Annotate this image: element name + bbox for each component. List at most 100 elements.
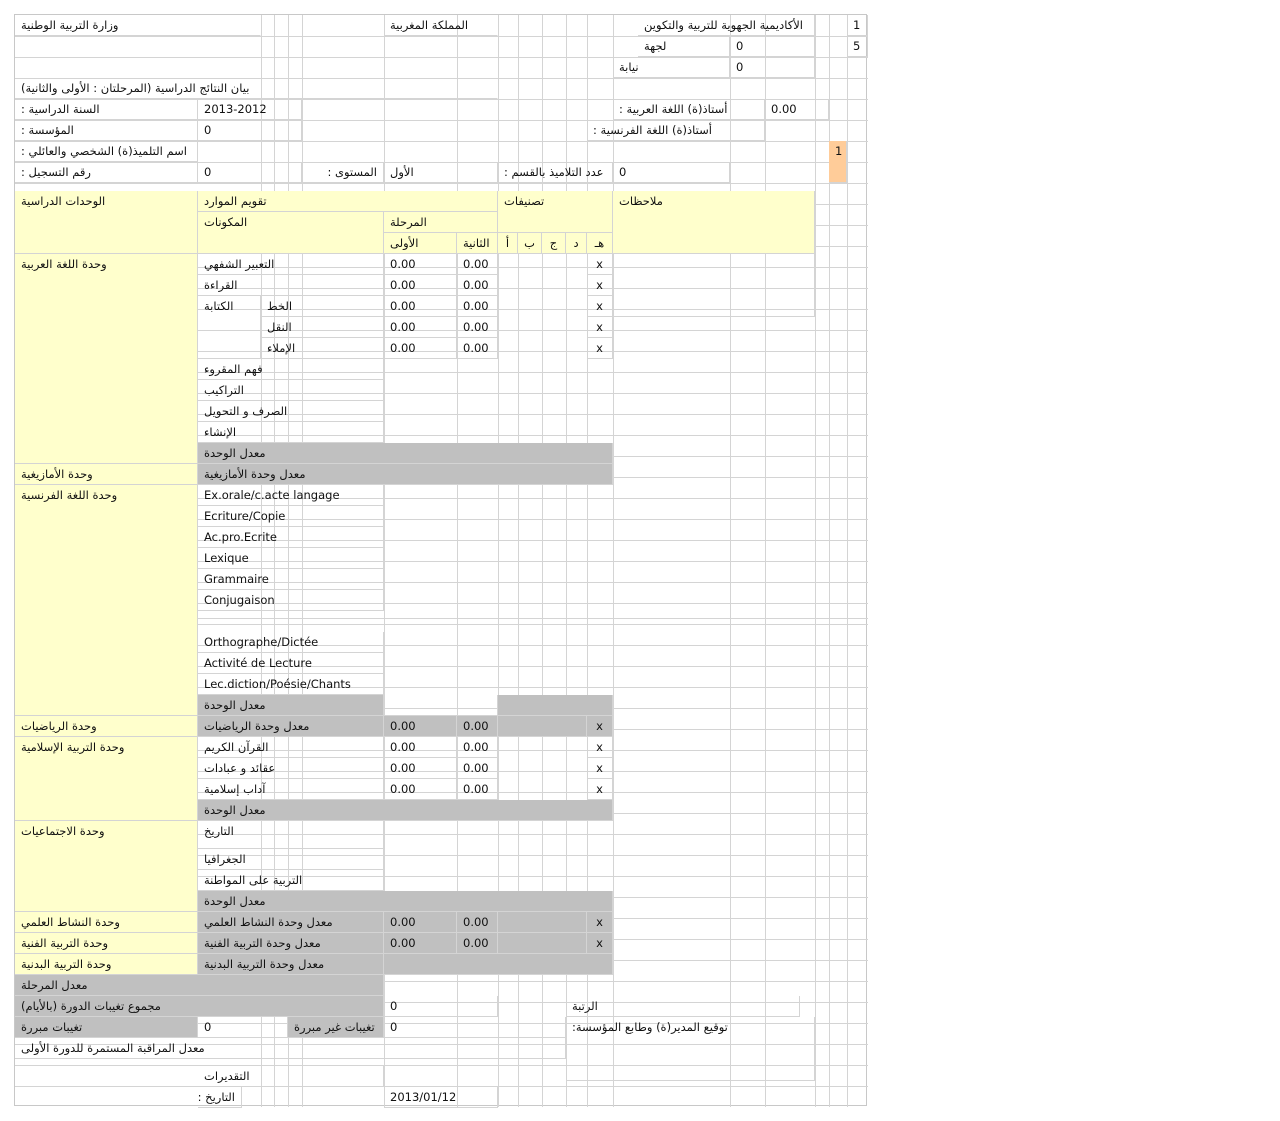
grid-line [198, 618, 868, 619]
row-reading-stage1[interactable]: 0.00 [384, 275, 457, 296]
registration-value: 0 [198, 162, 302, 183]
registration-label: رقم التسجيل : [15, 162, 198, 183]
row-adab-stage1[interactable]: 0.00 [384, 779, 457, 800]
row-dictation-stage1[interactable]: 0.00 [384, 338, 457, 359]
province-label: نيابة [613, 57, 730, 78]
row-social-unit-avg: معدل الوحدة [198, 891, 613, 912]
row-math-avg-stage2[interactable]: 0.00 [457, 716, 498, 737]
notes-header: ملاحظات [613, 191, 815, 254]
row-reading-stage2[interactable]: 0.00 [457, 275, 498, 296]
report-sheet: وزارة التربية الوطنية المملكة المغربية الأ… [14, 14, 868, 1108]
row-comprehension: فهم المقروء [198, 359, 384, 380]
row-copying-stage2[interactable]: 0.00 [457, 317, 498, 338]
ministry-title: وزارة التربية الوطنية [15, 15, 261, 36]
row-art-avg: معدل وحدة التربية الفنية [198, 933, 384, 954]
row-copying-stage1[interactable]: 0.00 [384, 317, 457, 338]
row-reading-grade-e: x [587, 275, 613, 296]
row-science-avg-stage2[interactable]: 0.00 [457, 912, 498, 933]
row-fr-orthographe: Orthographe/Dictée [198, 632, 384, 653]
student-index[interactable]: 1 [829, 141, 847, 183]
unit-pe: وحدة التربية البدنية [15, 954, 198, 975]
row-oral-stage1[interactable]: 0.00 [384, 254, 457, 275]
row-copying-grade-e: x [587, 317, 613, 338]
justified-absences-value[interactable]: 0 [198, 1017, 288, 1038]
arabic-teacher-label: أستاذ(ة) اللغة العربية : [613, 99, 765, 120]
academy-title: الأكاديمية الجهوية للتربية والتكوين [638, 15, 815, 36]
unit-amazigh: وحدة الأمازيغية [15, 464, 198, 485]
class-count-label: عدد التلاميذ بالقسم : [498, 162, 613, 183]
row-reading: القراءة [198, 275, 384, 296]
absences-total-value[interactable]: 0 [384, 996, 498, 1017]
class-count-value: 0 [613, 162, 730, 183]
row-calligraphy-stage2[interactable]: 0.00 [457, 296, 498, 317]
region-value: 0 [730, 36, 815, 57]
grid-line [198, 624, 868, 625]
row-adab-stage2[interactable]: 0.00 [457, 779, 498, 800]
row-dictation-stage2[interactable]: 0.00 [457, 338, 498, 359]
justified-absences-label: تغيبات مبررة [15, 1017, 198, 1038]
unit-math: وحدة الرياضيات [15, 716, 198, 737]
row-fr-grammaire: Grammaire [198, 569, 384, 590]
year-label: السنة الدراسية : [15, 99, 198, 120]
row-math-avg-stage1[interactable]: 0.00 [384, 716, 457, 737]
row-islamic-unit-avg: معدل الوحدة [198, 800, 613, 821]
row-dictation-grade-e: x [587, 338, 613, 359]
date-label: التاريخ : [198, 1087, 242, 1108]
level-value: الأول [384, 162, 498, 183]
row-oral: التعبير الشفهي [198, 254, 384, 275]
row-citizenship: التربية على المواطنة [198, 870, 384, 891]
report-title: بيان النتائج الدراسية (المرحلتان : الأول… [15, 78, 498, 99]
row-fr-acpro: Ac.pro.Ecrite [198, 527, 384, 548]
row-french-unit-avg: معدل الوحدة [198, 695, 384, 716]
stage1-header: الأولى [384, 233, 457, 254]
row-aqaid: عقائد و عبادات [198, 758, 384, 779]
grade-header-3: د [566, 233, 587, 254]
arabic-notes[interactable] [613, 254, 815, 317]
row-art-avg-grades [498, 933, 587, 954]
classifications-header: تصنيفات [498, 191, 613, 233]
school-label: المؤسسة : [15, 120, 198, 141]
grade-header-2: ج [542, 233, 566, 254]
row-quran-stage2[interactable]: 0.00 [457, 737, 498, 758]
row-oral-stage2[interactable]: 0.00 [457, 254, 498, 275]
date-value[interactable]: 2013/01/12 [384, 1087, 498, 1108]
row-quran-grade-e: x [587, 737, 613, 758]
continuous-average: معدل المراقبة المستمرة للدورة الأولى [15, 1038, 566, 1059]
row-adab-grade-e: x [587, 779, 613, 800]
unit-science: وحدة النشاط العلمي [15, 912, 198, 933]
row-fr-writing: Ecriture/Copie [198, 506, 384, 527]
appreciations-label: التقديرات [198, 1066, 384, 1087]
row-geography: الجغرافيا [198, 849, 384, 870]
row-calligraphy-stage1[interactable]: 0.00 [384, 296, 457, 317]
stage2-header: الثانية [457, 233, 498, 254]
stage-header: المرحلة [384, 212, 498, 233]
row-adab: آداب إسلامية [198, 779, 384, 800]
unit-french: وحدة اللغة الفرنسية [15, 485, 198, 716]
arabic-teacher-value: 0.00 [765, 99, 829, 120]
rank-label: الرتبة [566, 996, 800, 1017]
units-header: الوحدات الدراسية [15, 191, 198, 254]
row-calligraphy: الخط [261, 296, 384, 317]
row-fr-oral: Ex.orale/c.acte langage [198, 485, 384, 506]
row-math-avg: معدل وحدة الرياضيات [198, 716, 384, 737]
row-art-avg-stage1[interactable]: 0.00 [384, 933, 457, 954]
grade-header-0: أ [498, 233, 518, 254]
absences-total-label: مجموع تغيبات الدورة (بالأيام) [15, 996, 384, 1017]
row-pe-avg-blank [384, 954, 613, 975]
row-math-avg-grade-e: x [587, 716, 613, 737]
row-science-avg-grade-e: x [587, 912, 613, 933]
director-signature[interactable]: توقيع المدير(ة) وطابع المؤسسة: [566, 1017, 815, 1081]
student-name-label: اسم التلميذ(ة) الشخصي والعائلي : [15, 141, 198, 162]
row-science-avg-stage1[interactable]: 0.00 [384, 912, 457, 933]
row-art-avg-grade-e: x [587, 933, 613, 954]
row-quran-stage1[interactable]: 0.00 [384, 737, 457, 758]
unjustified-absences-value[interactable]: 0 [384, 1017, 566, 1038]
row-aqaid-stage2[interactable]: 0.00 [457, 758, 498, 779]
row-quran: القرآن الكريم [198, 737, 384, 758]
row-aqaid-stage1[interactable]: 0.00 [384, 758, 457, 779]
row-art-avg-stage2[interactable]: 0.00 [457, 933, 498, 954]
unjustified-absences-label: تغيبات غير مبررة [288, 1017, 384, 1038]
french-avg-blank[interactable] [384, 695, 498, 716]
row-calligraphy-grade-e: x [587, 296, 613, 317]
row-amazigh-avg: معدل وحدة الأمازيغية [198, 464, 613, 485]
